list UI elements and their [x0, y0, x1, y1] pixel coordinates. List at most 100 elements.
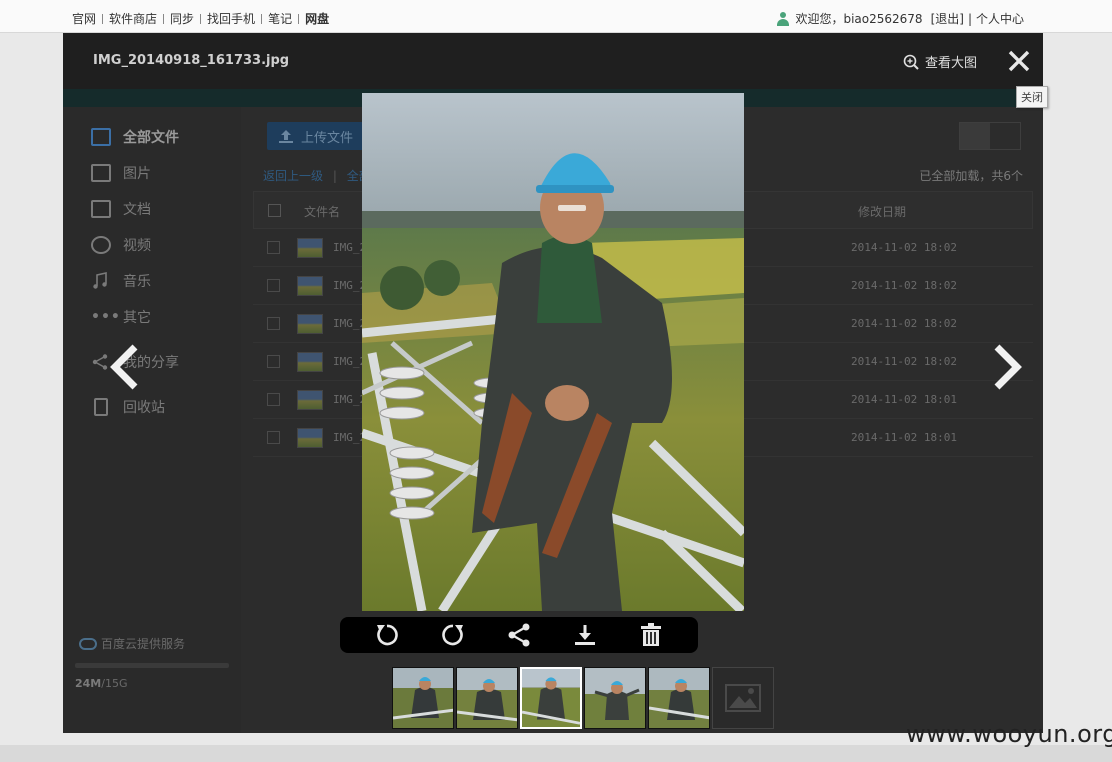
breadcrumb-separator: |	[332, 169, 337, 183]
delete-icon	[641, 623, 661, 646]
file-date: 2014-11-02 18:02	[851, 241, 957, 254]
zoom-in-icon	[903, 54, 919, 70]
back-link[interactable]: 返回上一级	[263, 169, 323, 183]
download-icon	[575, 625, 595, 645]
cloud-service-label: 百度云提供服务	[101, 637, 186, 651]
sidebar-item-other[interactable]: ••• 其它	[91, 307, 151, 327]
sidebar-item-images[interactable]: 图片	[91, 163, 151, 183]
grid-view-icon[interactable]	[990, 123, 1020, 149]
nav-divider	[261, 13, 263, 24]
chevron-left-icon[interactable]	[107, 343, 143, 391]
sidebar-item-label: 文档	[123, 202, 151, 218]
nav-link-find-phone[interactable]: 找回手机	[207, 10, 255, 27]
sidebar-item-videos[interactable]: 视频	[91, 235, 151, 255]
thumbnail[interactable]	[584, 667, 646, 729]
file-date: 2014-11-02 18:02	[851, 279, 957, 292]
delete-button[interactable]	[637, 621, 665, 649]
cloud-service-info: 百度云提供服务	[79, 635, 185, 652]
nav-link-notes[interactable]: 笔记	[268, 10, 292, 27]
rotate-right-icon	[442, 624, 463, 646]
download-button[interactable]	[571, 621, 599, 649]
rotate-right-button[interactable]	[439, 621, 467, 649]
user-icon	[776, 11, 790, 26]
image-viewer: IMG_20140918_161733.jpg 查看大图 全部文件 图片 文档 …	[63, 33, 1043, 733]
image-action-toolbar	[340, 617, 698, 653]
more-icon: •••	[91, 309, 121, 325]
thumbnail-strip	[392, 667, 776, 729]
view-mode-toggle	[959, 122, 1021, 150]
thumbnail[interactable]	[392, 667, 454, 729]
video-icon	[91, 236, 111, 254]
upload-icon	[279, 129, 293, 143]
row-checkbox[interactable]	[267, 279, 280, 292]
chevron-right-icon[interactable]	[989, 343, 1025, 391]
watermark: www.wooyun.org	[906, 720, 1112, 748]
quota-total: /15G	[101, 677, 128, 690]
select-all-checkbox[interactable]	[268, 204, 281, 217]
document-icon	[91, 200, 111, 218]
profile-link[interactable]: 个人中心	[976, 10, 1024, 27]
quota-text: 24M/15G	[75, 677, 128, 690]
user-separator: |	[967, 11, 972, 26]
viewer-header: IMG_20140918_161733.jpg 查看大图	[63, 33, 1043, 89]
quota-bar	[75, 663, 229, 668]
view-large-button[interactable]: 查看大图	[903, 52, 977, 71]
logout-link[interactable]: [退出]	[931, 10, 964, 27]
row-checkbox[interactable]	[267, 431, 280, 444]
nav-divider	[163, 13, 165, 24]
nav-link-app-store[interactable]: 软件商店	[109, 10, 157, 27]
row-checkbox[interactable]	[267, 393, 280, 406]
top-nav-links: 官网 软件商店 同步 找回手机 笔记 网盘	[72, 10, 329, 27]
photo-illustration	[362, 93, 744, 611]
loaded-status: 已全部加载，共6个	[919, 169, 1023, 183]
column-modified-date[interactable]: 修改日期	[858, 203, 906, 220]
breadcrumb: 返回上一级 | 全部	[263, 167, 371, 184]
nav-divider	[102, 13, 104, 24]
file-date: 2014-11-02 18:02	[851, 355, 957, 368]
main-photo[interactable]	[362, 93, 744, 611]
rotate-left-icon	[377, 624, 398, 646]
image-icon	[91, 164, 111, 182]
sidebar-item-label: 其它	[123, 310, 151, 326]
sidebar-item-all-files[interactable]: 全部文件	[91, 127, 179, 147]
nav-link-official[interactable]: 官网	[72, 10, 96, 27]
file-thumbnail	[297, 238, 323, 258]
user-area: 欢迎您， biao2562678 [退出] | 个人中心	[776, 10, 1028, 27]
nav-divider	[298, 13, 300, 24]
thumbnail[interactable]	[456, 667, 518, 729]
share-button[interactable]	[505, 621, 533, 649]
image-placeholder-icon	[725, 684, 761, 712]
sidebar-item-recycle-bin[interactable]: 回收站	[91, 397, 165, 417]
quota-used: 24M	[75, 677, 102, 690]
sidebar-item-label: 音乐	[123, 274, 151, 290]
share-icon	[508, 623, 530, 647]
list-view-icon[interactable]	[960, 123, 990, 149]
file-thumbnail	[297, 314, 323, 334]
sidebar-item-documents[interactable]: 文档	[91, 199, 151, 219]
close-icon[interactable]	[1007, 49, 1031, 73]
nav-divider	[200, 13, 202, 24]
column-filename[interactable]: 文件名	[304, 203, 340, 220]
nav-link-sync[interactable]: 同步	[170, 10, 194, 27]
row-checkbox[interactable]	[267, 317, 280, 330]
welcome-text: 欢迎您，	[795, 12, 844, 26]
rotate-left-button[interactable]	[373, 621, 401, 649]
thumbnail-selected[interactable]	[520, 667, 582, 729]
view-large-label: 查看大图	[925, 56, 978, 71]
row-checkbox[interactable]	[267, 355, 280, 368]
upload-label: 上传文件	[301, 130, 354, 146]
file-thumbnail	[297, 276, 323, 296]
music-icon	[91, 272, 111, 290]
file-date: 2014-11-02 18:01	[851, 431, 957, 444]
nav-link-cloud-disk[interactable]: 网盘	[305, 10, 329, 27]
sidebar: 全部文件 图片 文档 视频 音乐 ••• 其它 我的分享 回收站 百度云提供服务…	[63, 107, 241, 733]
sidebar-item-label: 视频	[123, 238, 151, 254]
row-checkbox[interactable]	[267, 241, 280, 254]
thumbnail-placeholder[interactable]	[712, 667, 774, 729]
file-date: 2014-11-02 18:01	[851, 393, 957, 406]
sidebar-item-music[interactable]: 音乐	[91, 271, 151, 291]
close-tooltip: 关闭	[1016, 86, 1048, 108]
file-date: 2014-11-02 18:02	[851, 317, 957, 330]
all-files-icon	[91, 128, 111, 146]
thumbnail[interactable]	[648, 667, 710, 729]
